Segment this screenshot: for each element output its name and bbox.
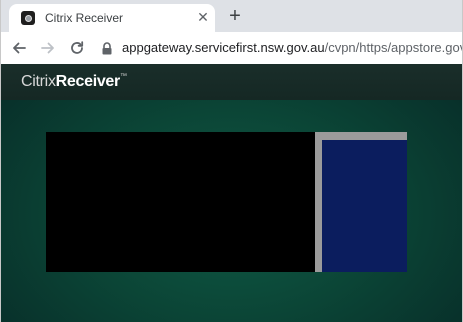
citrix-favicon-icon [21,11,35,25]
remote-session-black-panel[interactable] [46,132,315,272]
arrow-right-icon[interactable] [38,38,58,58]
reload-icon[interactable] [67,38,87,58]
tab-title: Citrix Receiver [45,11,124,25]
url-host: appgateway.servicefirst.nsw.gov.au [122,40,325,55]
logo-brand: Citrix [21,73,56,90]
plus-icon[interactable]: + [225,6,245,26]
remote-session-blue-panel[interactable] [322,140,407,272]
browser-window: Citrix Receiver ✕ + appgateway.servicefi… [0,0,463,322]
lock-icon[interactable] [101,42,113,55]
remote-app-frame[interactable] [46,132,407,272]
browser-toolbar: appgateway.servicefirst.nsw.gov.au/cvpn/… [1,32,462,96]
logo-product: Receiver [55,73,121,90]
tab-citrix-receiver[interactable]: Citrix Receiver ✕ [9,4,215,32]
address-bar[interactable]: appgateway.servicefirst.nsw.gov.au/cvpn/… [122,40,462,55]
arrow-left-icon[interactable] [9,38,29,58]
logo-trademark: ™ [119,73,127,80]
citrix-page: CitrixReceiver™ [1,64,462,322]
citrix-receiver-logo: CitrixReceiver™ [21,73,127,91]
close-icon[interactable]: ✕ [195,9,211,25]
tab-strip: Citrix Receiver ✕ + [1,0,462,32]
url-path: /cvpn/https/appstore.govnet.n [324,40,462,55]
citrix-header: CitrixReceiver™ [1,64,462,100]
